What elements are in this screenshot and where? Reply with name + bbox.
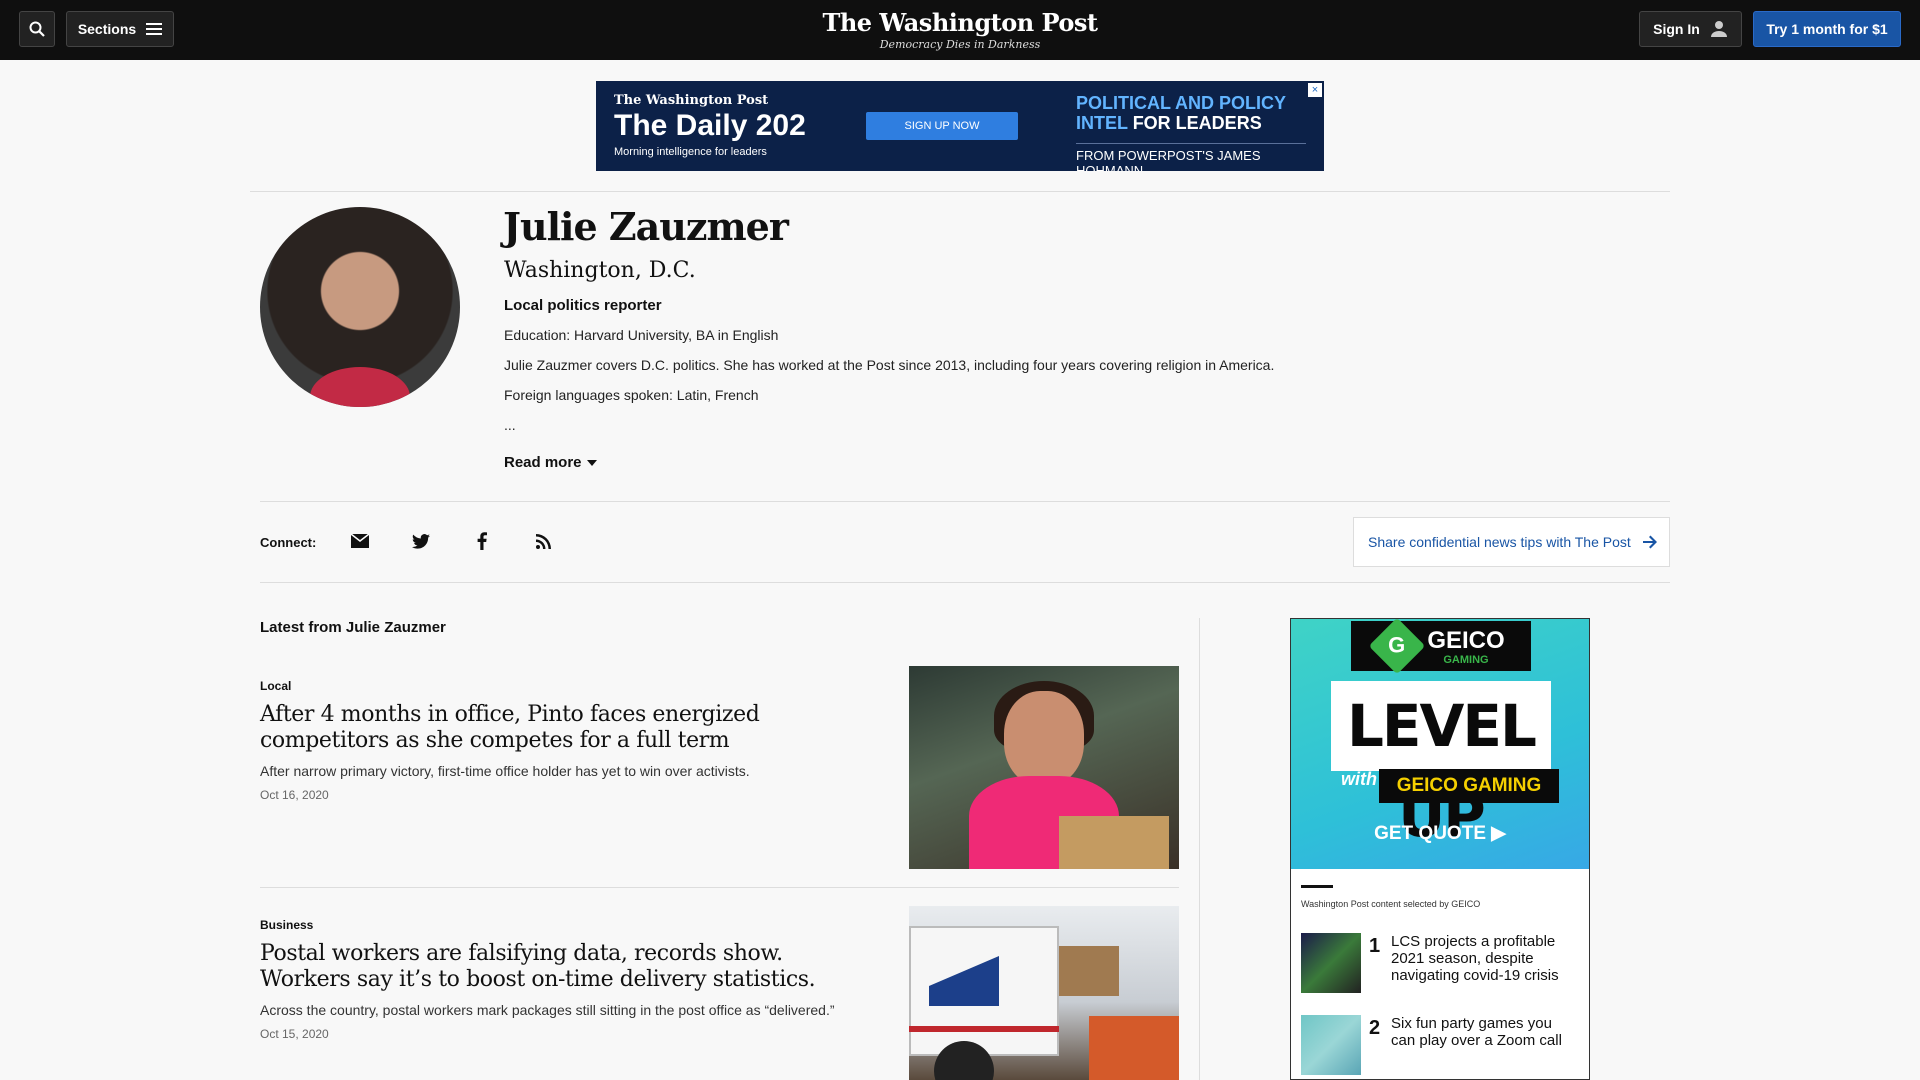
sponsored-thumbnail (1301, 933, 1361, 993)
daily-202-banner-ad[interactable]: The Washington Post The Daily 202 Mornin… (596, 81, 1324, 171)
geico-headline: LEVEL UP (1331, 681, 1551, 850)
read-more-label: Read more (504, 454, 582, 471)
news-tips-label: Share confidential news tips with The Po… (1368, 534, 1631, 550)
geico-get-quote-button[interactable]: GET QUOTE ▶ (1291, 822, 1589, 845)
bio-ellipsis: ... (504, 417, 516, 433)
news-tips-button[interactable]: Share confidential news tips with The Po… (1353, 517, 1670, 567)
geico-gaming-label: GEICO GAMING (1379, 769, 1559, 803)
sponsored-list-item[interactable]: 2 Six fun party games you can play over … (1301, 1015, 1581, 1075)
story-thumbnail[interactable] (909, 666, 1179, 869)
story-blurb: After narrow primary victory, first-time… (260, 763, 750, 779)
caret-down-icon (586, 459, 597, 466)
sponsored-list-item[interactable]: 1 LCS projects a profitable 2021 season,… (1301, 933, 1581, 993)
ad-close-button[interactable]: × (1308, 83, 1322, 97)
author-location: Washington, D.C. (504, 258, 696, 283)
search-button[interactable] (19, 11, 55, 47)
geico-ad-creative[interactable]: G GEICO GAMING LEVEL UP with GEICO GAMIN… (1291, 619, 1589, 869)
divider (260, 501, 1670, 502)
author-languages: Foreign languages spoken: Latin, French (504, 387, 759, 403)
logo-name: The Washington Post (822, 8, 1098, 37)
email-icon[interactable] (349, 530, 371, 552)
read-more-button[interactable]: Read more (504, 454, 597, 471)
arrow-right-icon (1642, 535, 1657, 549)
story-date: Oct 16, 2020 (260, 788, 329, 802)
geico-with: with (1341, 769, 1377, 789)
geico-sidebar-ad[interactable]: G GEICO GAMING LEVEL UP with GEICO GAMIN… (1290, 618, 1590, 1080)
divider (260, 887, 1179, 888)
geico-logo-icon: G (1369, 619, 1426, 675)
sponsored-selection-label: Washington Post content selected by GEIC… (1301, 899, 1481, 909)
connect-label: Connect: (260, 535, 317, 550)
sponsored-headline: Six fun party games you can play over a … (1391, 1015, 1562, 1049)
sections-button[interactable]: Sections (66, 11, 174, 47)
latest-section-title: Latest from Julie Zauzmer (260, 619, 446, 636)
divider (250, 191, 1670, 192)
ad-signup-button[interactable]: SIGN UP NOW (866, 112, 1018, 140)
story-headline[interactable]: Postal workers are falsifying data, reco… (260, 941, 870, 993)
accent-bar (1301, 885, 1333, 888)
facebook-icon[interactable] (471, 530, 493, 552)
sign-in-label: Sign In (1653, 21, 1700, 37)
item-number: 2 (1369, 1017, 1381, 1039)
story-kicker[interactable]: Business (260, 918, 313, 932)
author-name: Julie Zauzmer (503, 204, 789, 249)
top-navigation-bar: Sections The Washington Post Democracy D… (0, 0, 1920, 60)
ad-subtitle: Morning intelligence for leaders (614, 146, 767, 158)
ad-brand: The Washington Post (614, 93, 769, 108)
author-role: Local politics reporter (504, 297, 662, 314)
geico-brand: G GEICO GAMING (1351, 619, 1531, 675)
story-kicker[interactable]: Local (260, 679, 291, 693)
geico-brand-name: GEICO (1427, 627, 1505, 654)
ad-byline: FROM POWERPOST'S JAMES HOHMANN (1076, 143, 1306, 171)
geico-brand-sub: GAMING (1443, 654, 1489, 666)
story-headline[interactable]: After 4 months in office, Pinto faces en… (260, 702, 870, 754)
divider (260, 582, 1670, 583)
author-bio: Julie Zauzmer covers D.C. politics. She … (504, 357, 1275, 373)
ad-headline-a: POLITICAL AND POLICY (1076, 93, 1287, 113)
hamburger-menu-icon (146, 23, 163, 35)
rss-icon[interactable] (532, 530, 554, 552)
sponsored-thumbnail (1301, 1015, 1361, 1075)
story-thumbnail[interactable] (909, 906, 1179, 1080)
washington-post-logo[interactable]: The Washington Post Democracy Dies in Da… (810, 8, 1110, 51)
logo-tagline: Democracy Dies in Darkness (879, 38, 1041, 51)
ad-headline-b2: FOR LEADERS (1132, 113, 1262, 133)
ad-title: The Daily 202 (614, 109, 806, 142)
twitter-icon[interactable] (410, 530, 432, 552)
search-icon (29, 21, 45, 37)
author-avatar (260, 207, 460, 407)
sponsored-headline: LCS projects a profitable 2021 season, d… (1391, 933, 1559, 984)
story-date: Oct 15, 2020 (260, 1027, 329, 1041)
sections-label: Sections (77, 21, 137, 37)
ad-headline-b1: INTEL (1076, 113, 1128, 133)
author-education: Education: Harvard University, BA in Eng… (504, 327, 779, 343)
column-divider (1199, 618, 1200, 1080)
item-number: 1 (1369, 935, 1381, 957)
subscribe-button[interactable]: Try 1 month for $1 (1753, 11, 1901, 47)
story-blurb: Across the country, postal workers mark … (260, 1002, 835, 1018)
user-icon (1710, 21, 1727, 37)
ad-headline: POLITICAL AND POLICY INTEL FOR LEADERS (1076, 93, 1316, 133)
sign-in-button[interactable]: Sign In (1639, 11, 1742, 47)
